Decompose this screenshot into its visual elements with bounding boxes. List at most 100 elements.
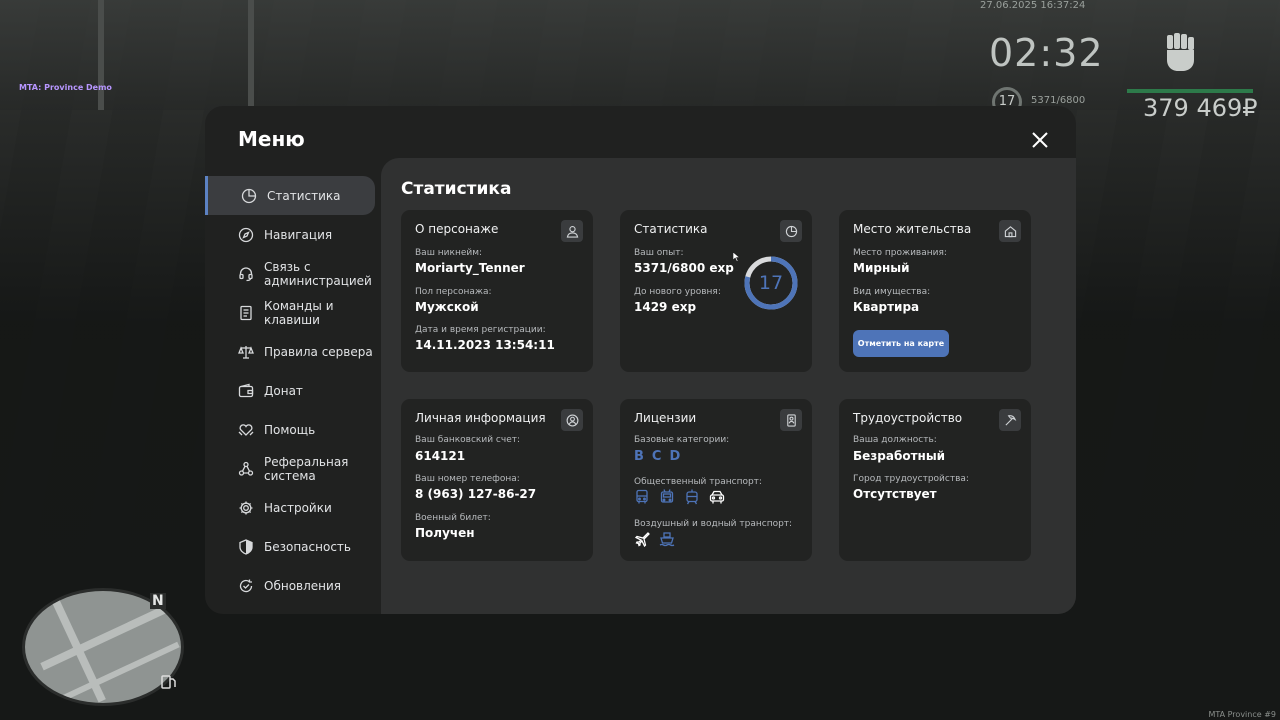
tram-icon: [684, 489, 700, 505]
wallet-icon: [238, 383, 254, 399]
gender-value: Мужской: [415, 300, 479, 314]
sidebar-item-label: Команды и клавиши: [264, 298, 334, 327]
hud-exp: 5371/6800: [1031, 95, 1086, 106]
position-value: Безработный: [853, 449, 946, 463]
sidebar-item-navigation[interactable]: Навигация: [205, 215, 375, 254]
refresh-check-icon: [238, 578, 254, 594]
military-label: Военный билет:: [415, 513, 491, 523]
next-level-label: До нового уровня:: [634, 287, 721, 297]
card-title: Лицензии: [634, 411, 697, 425]
sidebar-item-referral[interactable]: Реферальная система: [205, 449, 375, 488]
card-title: Статистика: [634, 222, 708, 236]
heart-hands-icon: [238, 422, 254, 438]
license-category: C: [651, 449, 662, 464]
exp-label: Ваш опыт:: [634, 248, 684, 258]
residence-place-value: Мирный: [853, 261, 910, 275]
sidebar-item-label: Обновления: [264, 578, 342, 593]
public-transport-icons: [634, 489, 725, 505]
sidebar-item-help[interactable]: Помощь: [205, 410, 375, 449]
scales-icon: [238, 344, 254, 360]
card-character: О персонаже Ваш никнейм: Moriarty_Tenner…: [401, 210, 593, 372]
background-beam: [248, 0, 254, 110]
air-water-icons: [634, 531, 675, 548]
card-personal: Личная информация Ваш банковский счет: 6…: [401, 399, 593, 561]
sidebar-item-security[interactable]: Безопасность: [205, 527, 375, 566]
plane-icon: [634, 531, 650, 548]
sidebar-item-label: Реферальная система: [264, 454, 349, 483]
hud-clock: 02:32: [989, 31, 1104, 75]
hud-money: 379 469₽: [1143, 94, 1258, 122]
close-button[interactable]: [1030, 130, 1050, 150]
position-label: Ваша должность:: [853, 435, 937, 445]
home-icon: [999, 220, 1021, 242]
sidebar-item-settings[interactable]: Настройки: [205, 488, 375, 527]
bank-value: 614121: [415, 449, 466, 463]
server-brand: MTA: Province Demo: [19, 83, 112, 92]
card-title: Место жительства: [853, 222, 972, 236]
sidebar-item-commands[interactable]: Команды и клавиши: [205, 293, 375, 332]
basic-categories: B C D: [634, 449, 680, 464]
pie-chart-icon: [780, 220, 802, 242]
gender-label: Пол персонажа:: [415, 287, 492, 297]
mark-on-map-button[interactable]: Отметить на карте: [853, 330, 949, 357]
section-title: Статистика: [401, 179, 512, 199]
sidebar-item-label: Правила сервера: [264, 344, 373, 359]
id-card-icon: [780, 409, 802, 431]
nickname-label: Ваш никнейм:: [415, 248, 483, 258]
card-residence: Место жительства Место проживания: Мирны…: [839, 210, 1031, 372]
headset-icon: [238, 266, 254, 282]
trolleybus-icon: [659, 489, 675, 505]
sidebar-item-label: Донат: [264, 383, 303, 398]
registration-label: Дата и время регистрации:: [415, 325, 546, 335]
property-value: Квартира: [853, 300, 920, 314]
minimap-north: N: [150, 593, 166, 609]
pickaxe-icon: [999, 409, 1021, 431]
sidebar-item-label: Связь с администрацией: [264, 259, 372, 288]
nickname-value: Moriarty_Tenner: [415, 261, 525, 275]
card-title: Личная информация: [415, 411, 546, 425]
shield-icon: [238, 538, 254, 555]
pie-chart-icon: [241, 188, 257, 204]
user-circle-icon: [561, 409, 583, 431]
job-city-label: Город трудоустройства:: [853, 474, 969, 484]
sidebar-item-rules[interactable]: Правила сервера: [205, 332, 375, 371]
sidebar-item-label: Настройки: [264, 500, 332, 515]
basic-categories-label: Базовые категории:: [634, 435, 730, 445]
card-licenses: Лицензии Базовые категории: B C D Общест…: [620, 399, 812, 561]
card-title: О персонаже: [415, 222, 499, 236]
card-title: Трудоустройство: [853, 411, 963, 425]
level-value: 17: [758, 272, 784, 294]
menu-title: Меню: [238, 127, 305, 151]
exp-value: 5371/6800 exp: [634, 261, 734, 275]
user-icon: [561, 220, 583, 242]
sidebar-item-label: Статистика: [267, 188, 341, 203]
sidebar-item-updates[interactable]: Обновления: [205, 566, 375, 605]
property-label: Вид имущества:: [853, 287, 931, 297]
bus-icon: [634, 489, 650, 505]
background-beam: [98, 0, 104, 110]
military-value: Получен: [415, 526, 475, 540]
phone-value: 8 (963) 127-86-27: [415, 487, 537, 501]
sidebar-item-statistics[interactable]: Статистика: [205, 176, 375, 215]
card-stats: Статистика Ваш опыт: 5371/6800 exp До но…: [620, 210, 812, 372]
menu-window: Меню Статистика Навигация Связь с админи…: [205, 106, 1076, 614]
bank-label: Ваш банковский счет:: [415, 435, 521, 445]
sidebar-item-donate[interactable]: Донат: [205, 371, 375, 410]
watermark: MTA Province #9: [1208, 710, 1276, 719]
fist-icon: [1163, 33, 1197, 75]
hud-datetime: 27.06.2025 16:37:24: [980, 0, 1086, 11]
document-icon: [238, 305, 254, 321]
license-category: B: [634, 449, 644, 464]
fuel-icon: [160, 674, 178, 690]
card-job: Трудоустройство Ваша должность: Безработ…: [839, 399, 1031, 561]
taxi-icon: [709, 489, 725, 505]
ship-icon: [659, 531, 675, 547]
network-icon: [238, 461, 254, 477]
air-water-label: Воздушный и водный транспорт:: [634, 519, 793, 529]
sidebar-item-admin-contact[interactable]: Связь с администрацией: [205, 254, 375, 293]
gear-icon: [238, 500, 254, 516]
compass-icon: [238, 227, 254, 243]
public-transport-label: Общественный транспорт:: [634, 477, 762, 487]
content-panel: Статистика О персонаже Ваш никнейм: Mori…: [381, 158, 1076, 614]
license-category: D: [669, 449, 681, 464]
